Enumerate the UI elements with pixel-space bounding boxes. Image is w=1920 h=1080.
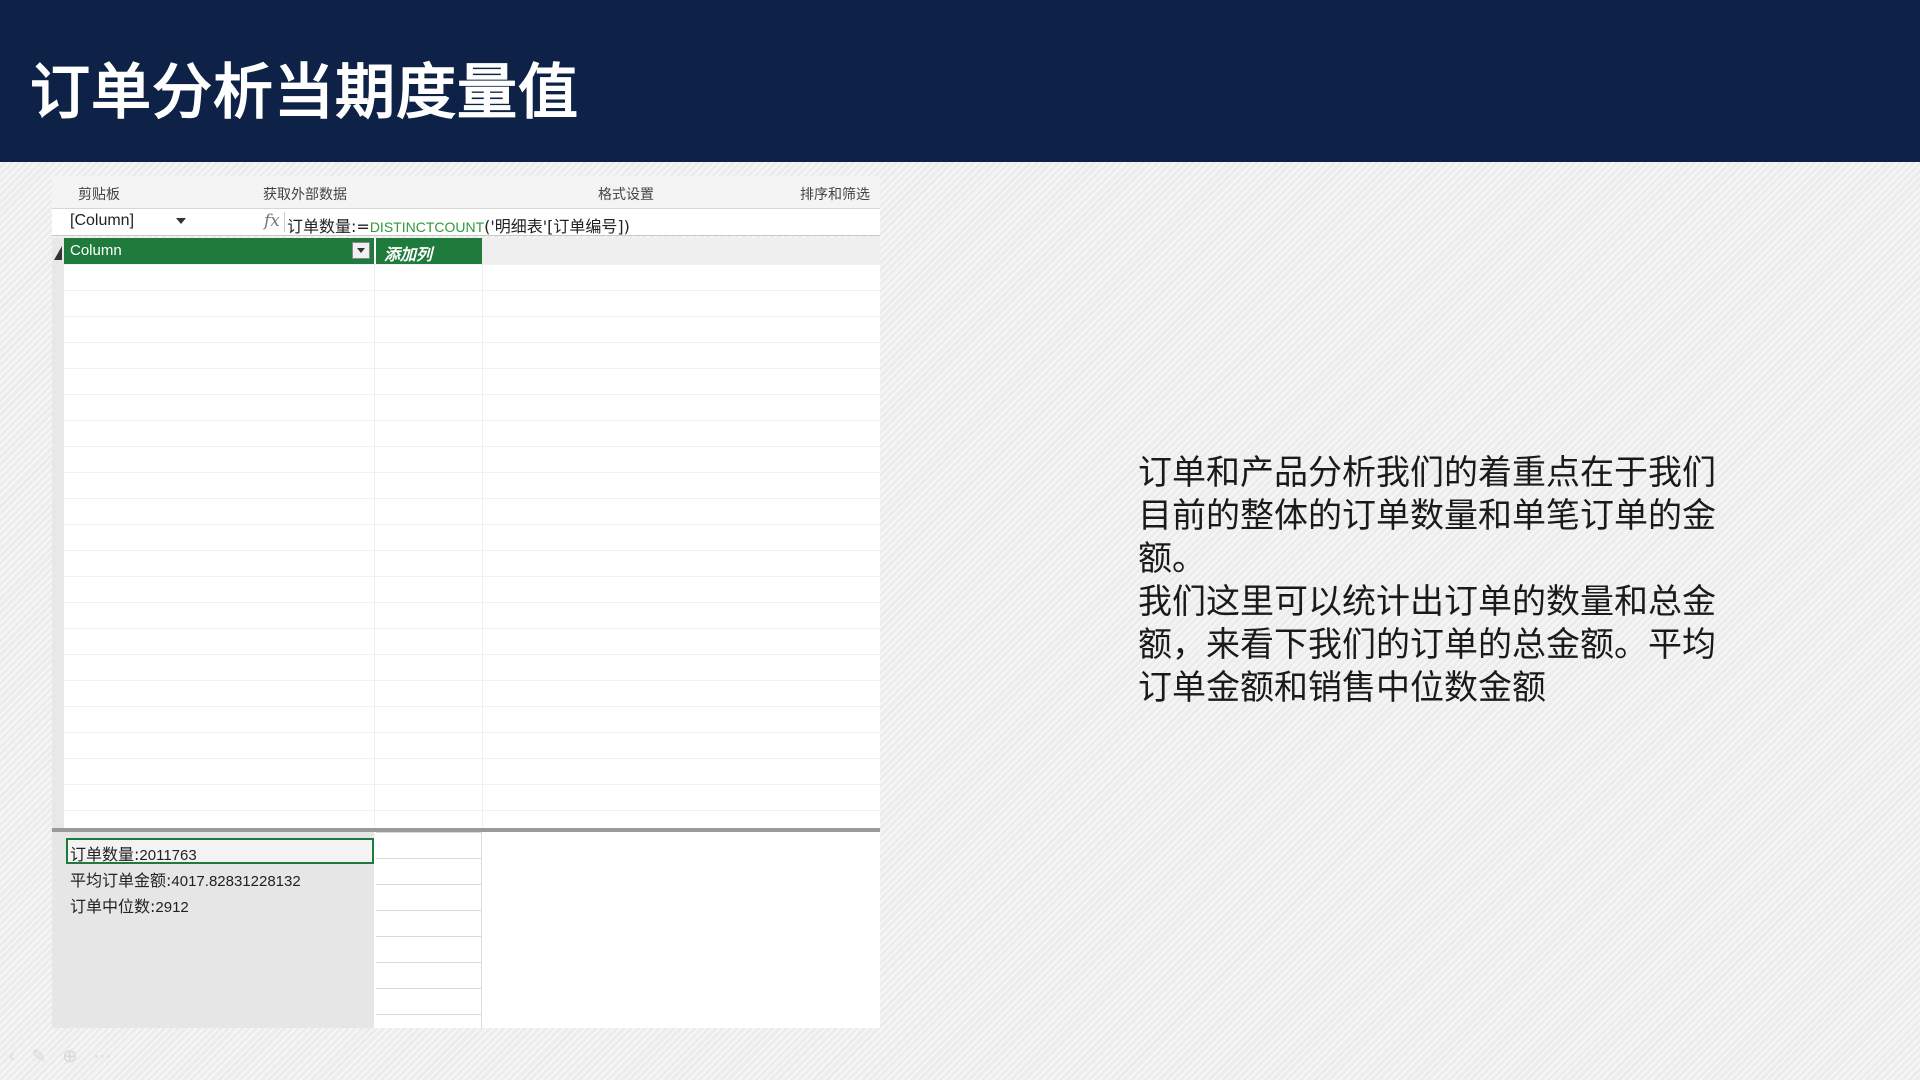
name-box-value: [Column] (70, 212, 135, 229)
measure-label: 订单数量: (70, 845, 140, 864)
name-box[interactable]: [Column] (52, 209, 232, 235)
measure-cell-order-median[interactable]: 订单中位数:2912 (66, 890, 374, 916)
formula-separator (284, 212, 285, 232)
measure-value: 4017.82831228132 (171, 873, 301, 890)
calculation-area-empty (484, 832, 880, 1028)
formula-function: DISTINCTCOUNT (369, 219, 485, 235)
ribbon-group-formatting[interactable]: 格式设置 (598, 184, 654, 204)
slide-title: 订单分析当期度量值 (30, 58, 579, 128)
calculation-area[interactable]: 订单数量:2011763 平均订单金额:4017.82831228132 订单中… (52, 832, 374, 1028)
formula-measure-name: 订单数量:= (287, 217, 370, 236)
select-all-corner[interactable] (54, 246, 62, 260)
calculation-area-add-column[interactable] (376, 832, 482, 1028)
data-grid: Column 添加列 订单数量:2011763 平均订单金额:4017.8283… (52, 238, 880, 1028)
filter-dropdown-icon[interactable] (352, 242, 370, 259)
measure-cell-avg-order-amount[interactable]: 平均订单金额:4017.82831228132 (66, 864, 374, 890)
ribbon-group-external-data[interactable]: 获取外部数据 (263, 184, 347, 204)
measure-label: 平均订单金额: (70, 871, 172, 890)
column-header-empty (482, 238, 880, 264)
ribbon-group-sort-filter[interactable]: 排序和筛选 (800, 184, 870, 204)
description-paragraph: 订单和产品分析我们的着重点在于我们目前的整体的订单数量和单笔订单的金额。 (1138, 453, 1716, 579)
more-icon[interactable]: ⋯ (93, 1046, 127, 1067)
measure-cell-order-count[interactable]: 订单数量:2011763 (66, 838, 374, 864)
ribbon-group-labels: 剪贴板 获取外部数据 格式设置 排序和筛选 (52, 176, 880, 208)
chevron-down-icon[interactable] (176, 218, 186, 224)
description-paragraph: 我们这里可以统计出订单的数量和总金额，来看下我们的订单的总金额。平均订单金额和销… (1138, 582, 1716, 708)
grid-column-line (482, 264, 483, 828)
column-header-add-column[interactable]: 添加列 (376, 238, 482, 264)
measure-label: 订单中位数: (70, 897, 156, 916)
formula-bar: [Column] fx 订单数量:=DISTINCTCOUNT('明细表'[订单… (52, 208, 880, 236)
formula-argument: ('明细表'[订单编号]) (484, 217, 630, 236)
ribbon-group-clipboard[interactable]: 剪贴板 (78, 184, 120, 204)
prev-slide-icon[interactable]: ‹ (8, 1046, 31, 1067)
formula-input[interactable]: 订单数量:=DISTINCTCOUNT('明细表'[订单编号]) (287, 213, 630, 237)
table-grid[interactable] (64, 264, 880, 828)
pen-icon[interactable]: ✎ (31, 1046, 62, 1067)
column-header-column[interactable]: Column (64, 238, 374, 264)
grid-column-line (374, 264, 375, 828)
measure-value: 2912 (155, 899, 189, 916)
powerpivot-window: 剪贴板 获取外部数据 格式设置 排序和筛选 [Column] fx 订单数量:=… (52, 176, 880, 1028)
zoom-icon[interactable]: ⊕ (62, 1046, 93, 1067)
slide-description: 订单和产品分析我们的着重点在于我们目前的整体的订单数量和单笔订单的金额。 我们这… (1138, 452, 1738, 710)
slide-header: 订单分析当期度量值 (0, 0, 1920, 162)
measure-value: 2011763 (139, 847, 197, 864)
column-header-label: Column (70, 242, 122, 259)
fx-icon[interactable]: fx (264, 211, 280, 231)
presentation-toolbar[interactable]: ‹✎⊕⋯ (8, 1046, 127, 1067)
